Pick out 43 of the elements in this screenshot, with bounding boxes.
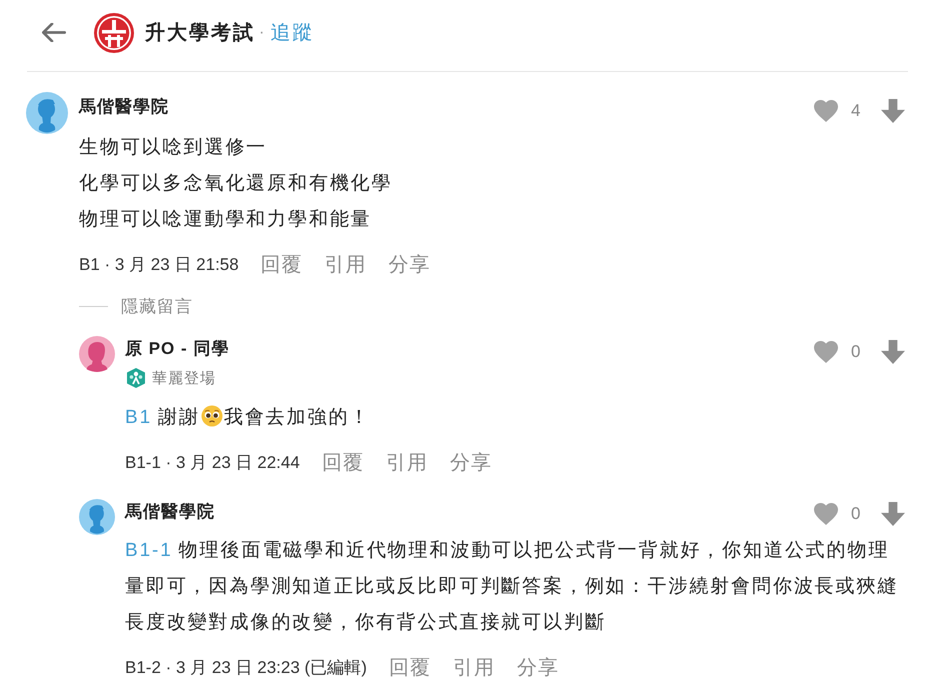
like-count: 0 <box>851 342 862 362</box>
badge-label: 華麗登場 <box>152 368 216 388</box>
reply-button[interactable]: 回覆 <box>322 448 364 476</box>
author-name: 原 PO - 同學 <box>125 338 230 360</box>
share-button[interactable]: 分享 <box>450 448 492 476</box>
avatar-icon <box>79 499 115 535</box>
hide-replies-button[interactable]: 隱藏留言 <box>79 294 193 318</box>
comment-text: 物理可以唸運動學和力學和能量 <box>79 208 373 232</box>
follow-link[interactable]: 追蹤 <box>270 19 314 46</box>
reply-reference-link[interactable]: B1 <box>125 407 152 428</box>
share-button[interactable]: 分享 <box>388 250 431 278</box>
separator-dot: · <box>259 24 264 42</box>
like-count: 0 <box>851 504 862 524</box>
back-icon[interactable] <box>42 23 66 42</box>
quote-button[interactable]: 引用 <box>386 448 428 476</box>
board-title[interactable]: 升大學考試 <box>145 19 255 46</box>
stamp-logo-icon <box>94 12 134 52</box>
face-emoji-icon <box>200 405 223 427</box>
comment-text: B1 謝謝 我會去加強的！ <box>125 404 372 430</box>
badge-icon <box>125 367 147 389</box>
heart-icon[interactable] <box>814 100 838 122</box>
share-button[interactable]: 分享 <box>516 654 559 680</box>
quote-button[interactable]: 引用 <box>324 250 367 278</box>
reply-button[interactable]: 回覆 <box>260 250 303 278</box>
avatar-icon <box>26 92 68 134</box>
reply-button[interactable]: 回覆 <box>388 654 431 680</box>
down-arrow-icon[interactable] <box>881 99 905 123</box>
like-count: 4 <box>851 101 862 121</box>
comment-text: 化學可以多念氧化還原和有機化學 <box>79 172 394 196</box>
down-arrow-icon[interactable] <box>881 340 905 364</box>
comment-text: 生物可以唸到選修一 <box>79 136 268 160</box>
comment-meta-text: B1-2 · 3 月 23 日 23:23 (已編輯) <box>125 656 367 678</box>
heart-icon[interactable] <box>814 341 838 363</box>
author-name: 馬偕醫學院 <box>79 96 169 118</box>
comment-meta-text: B1-1 · 3 月 23 日 22:44 <box>125 452 300 474</box>
comment-meta-text: B1 · 3 月 23 日 21:58 <box>79 254 239 276</box>
down-arrow-icon[interactable] <box>881 502 905 526</box>
avatar-icon <box>79 336 115 372</box>
quote-button[interactable]: 引用 <box>452 654 495 680</box>
comment-text: B1-1 物理後面電磁學和近代物理和波動可以把公式背一背就好，你知道公式的物理量即可，因為學測知道正比或反比即可判斷答案，例如：干涉繞射會問你波長或狹縫長度改變對成像的改變，你有背公式直接就可以判斷 <box>125 539 900 635</box>
heart-icon[interactable] <box>814 503 838 525</box>
author-name: 馬偕醫學院 <box>125 501 215 523</box>
reply-reference-link[interactable]: B1-1 <box>125 540 173 561</box>
